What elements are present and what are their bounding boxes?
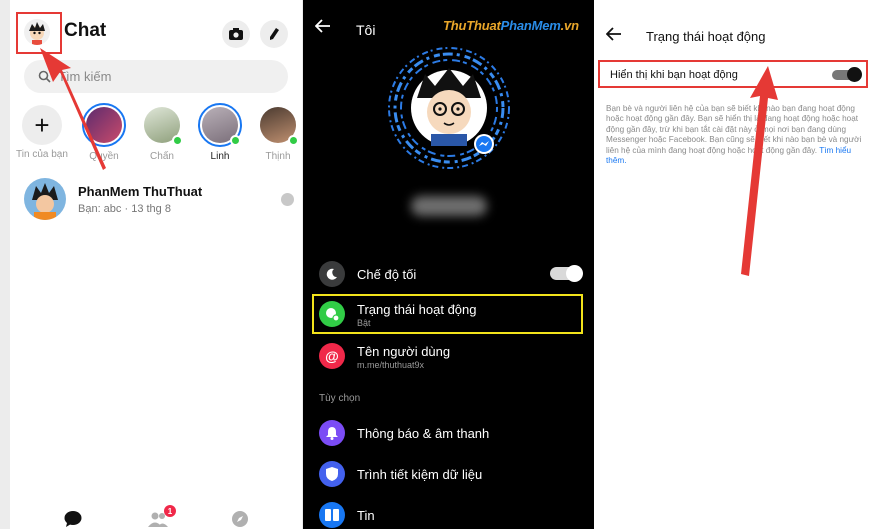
online-indicator <box>230 135 241 146</box>
notifications-row[interactable]: Thông báo & âm thanh <box>303 413 594 453</box>
section-header: Tùy chọn <box>319 393 361 404</box>
show-active-label: Hiển thị khi bạn hoạt động <box>610 69 738 81</box>
page-title: Tôi <box>356 22 376 38</box>
add-story[interactable]: + Tin của bạn <box>16 103 68 160</box>
story-avatar <box>86 107 122 143</box>
add-story-label: Tin của bạn <box>16 149 68 160</box>
profile-panel: Tôi ThuThuatPhanMem.vn Chế độ tối Trạng … <box>303 0 594 529</box>
at-sign-icon: @ <box>319 343 345 369</box>
active-status-panel: Trạng thái hoạt động Hiển thị khi bạn ho… <box>594 0 870 529</box>
chat-dot-glyph <box>326 308 339 321</box>
bottom-nav: 1 <box>10 501 302 529</box>
camera-icon <box>229 28 243 40</box>
online-indicator <box>288 135 299 146</box>
show-active-toggle[interactable] <box>832 67 862 82</box>
moon-glyph <box>326 268 337 280</box>
conversation-row[interactable]: PhanMem ThuThuat Bạn: abc · 13 thg 8 <box>24 178 294 224</box>
people-tab[interactable]: 1 <box>148 505 176 527</box>
shield-icon <box>319 461 345 487</box>
story-item[interactable]: Quyền <box>78 103 130 162</box>
username-row[interactable]: @ Tên người dùng m.me/thuthuat9x <box>303 336 594 376</box>
conversation-avatar <box>24 178 66 220</box>
story-item[interactable]: Linh <box>194 103 246 162</box>
at-glyph: @ <box>325 348 339 364</box>
stories-row[interactable]: Tin <box>303 495 594 529</box>
dark-mode-row[interactable]: Chế độ tối <box>303 254 594 294</box>
dark-mode-label: Chế độ tối <box>357 267 417 282</box>
story-item[interactable]: Thịnh <box>252 103 302 162</box>
story-item[interactable]: Chấn <box>136 103 188 162</box>
active-status-icon <box>319 301 345 327</box>
blurred-username <box>411 196 487 216</box>
bell-icon <box>319 420 345 446</box>
pencil-icon <box>270 28 279 40</box>
stories-label: Tin <box>357 508 375 523</box>
chat-bubble-icon[interactable] <box>64 511 82 527</box>
goku-avatar-icon <box>24 178 66 220</box>
story-name: Chấn <box>150 151 174 162</box>
watermark-part: PhanMem <box>500 18 561 33</box>
online-indicator <box>172 135 183 146</box>
moon-icon <box>319 261 345 287</box>
story-name: Thịnh <box>265 151 291 162</box>
toggle-knob <box>847 67 862 82</box>
new-message-button[interactable] <box>260 20 288 48</box>
cartoon-avatar-icon <box>29 22 45 45</box>
story-ring <box>140 103 184 147</box>
story-ring <box>256 103 300 147</box>
search-placeholder: Tìm kiếm <box>58 69 112 84</box>
notification-badge: 1 <box>164 505 176 517</box>
dark-mode-toggle[interactable] <box>550 265 583 282</box>
seen-check-icon <box>281 193 294 206</box>
active-status-description: Bạn bè và người liên hệ của bạn sẽ biết … <box>606 104 864 166</box>
toggle-knob <box>566 265 583 282</box>
page-title: Chat <box>64 20 107 41</box>
search-icon <box>38 70 51 83</box>
username-label: Tên người dùng <box>357 344 451 359</box>
show-active-row[interactable]: Hiển thị khi bạn hoạt động <box>598 60 868 88</box>
plus-icon: + <box>22 105 62 145</box>
active-status-row[interactable]: Trạng thái hoạt động Bật <box>303 294 594 334</box>
page-title: Trạng thái hoạt động <box>646 29 766 44</box>
notifications-label: Thông báo & âm thanh <box>357 426 490 441</box>
back-arrow-icon[interactable] <box>606 27 622 41</box>
story-ring <box>198 103 242 147</box>
watermark-part: .vn <box>560 18 579 33</box>
messenger-code-icon <box>388 47 510 169</box>
story-name: Linh <box>210 151 230 162</box>
stories-glyph <box>325 509 339 521</box>
conversation-preview: Bạn: abc · 13 thg 8 <box>78 203 171 215</box>
bell-glyph <box>326 427 338 440</box>
chat-header: Chat <box>10 10 302 54</box>
shield-glyph <box>326 467 338 481</box>
camera-button[interactable] <box>222 20 250 48</box>
search-input[interactable]: Tìm kiếm <box>24 60 288 93</box>
username-value: m.me/thuthuat9x <box>357 360 425 370</box>
data-saver-label: Trình tiết kiệm dữ liệu <box>357 467 483 482</box>
back-arrow-icon[interactable] <box>315 19 331 33</box>
stories-icon <box>319 502 345 528</box>
watermark-part: ThuThuat <box>443 18 501 33</box>
active-status-label: Trạng thái hoạt động <box>357 302 477 317</box>
watermark: ThuThuatPhanMem.vn <box>443 18 579 33</box>
conversation-name: PhanMem ThuThuat <box>78 184 203 199</box>
compass-icon[interactable] <box>232 511 248 527</box>
data-saver-row[interactable]: Trình tiết kiệm dữ liệu <box>303 454 594 494</box>
chat-list-panel: Chat Tìm kiếm + Tin của bạn Quyền Chấn L… <box>10 0 302 529</box>
active-status-value: Bật <box>357 318 371 328</box>
story-name: Quyền <box>89 151 119 162</box>
story-ring <box>82 103 126 147</box>
profile-avatar[interactable] <box>24 19 50 45</box>
